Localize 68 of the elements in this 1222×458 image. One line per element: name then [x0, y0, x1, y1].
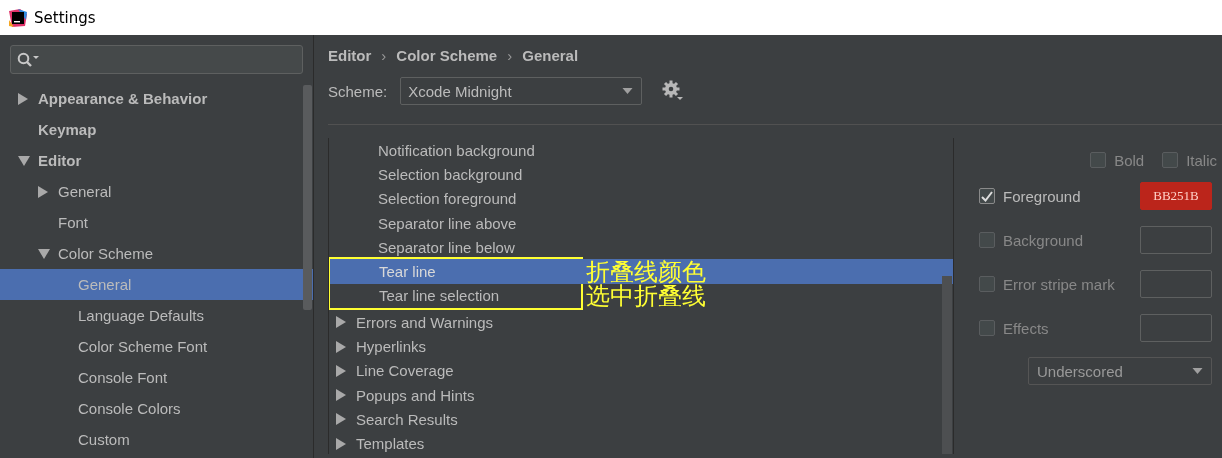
expand-arrow-icon[interactable]	[18, 92, 28, 105]
list-item[interactable]: Tear line	[330, 259, 581, 284]
breadcrumb-link[interactable]: General	[522, 46, 579, 64]
tree-item[interactable]: Custom	[0, 424, 313, 455]
expand-arrow-icon[interactable]	[38, 185, 48, 198]
checkbox-label: Bold	[1114, 151, 1145, 169]
tree-item[interactable]: Font	[0, 207, 313, 238]
search-icon	[17, 51, 39, 68]
list-item[interactable]: Templates	[329, 431, 425, 454]
breadcrumb-link[interactable]: Editor	[328, 46, 372, 64]
checkbox[interactable]	[979, 188, 995, 204]
tree-item[interactable]: Console Colors	[0, 393, 313, 424]
color-swatch[interactable]: BB251B	[1140, 182, 1212, 210]
checkbox-label: Italic	[1186, 151, 1217, 169]
checkbox-label: Background	[1003, 231, 1084, 249]
tree-item[interactable]: Language Defaults	[0, 300, 313, 331]
tree-item[interactable]: Keymap	[0, 114, 313, 145]
search-field[interactable]	[10, 45, 303, 74]
list-item[interactable]: Tear line selection	[330, 283, 581, 309]
annotation-label: 选中折叠线	[586, 283, 706, 308]
app-icon	[8, 7, 28, 28]
color-swatch[interactable]	[1140, 314, 1212, 342]
tree-item[interactable]: Color Scheme	[0, 238, 313, 269]
list-item[interactable]: Selection background	[329, 162, 523, 187]
scheme-dropdown[interactable]: Xcode Midnight	[400, 77, 643, 105]
breadcrumb-separator: ›	[507, 46, 513, 64]
tree-item[interactable]: Console Font	[0, 362, 313, 393]
checkbox-label: Effects	[1003, 319, 1049, 337]
checkbox-label: Error stripe mark	[1003, 275, 1115, 293]
list-item[interactable]: Popups and Hints	[329, 382, 475, 408]
list-item[interactable]: Search Results	[329, 407, 458, 432]
window-title: Settings	[34, 8, 96, 27]
list-item[interactable]: Notification background	[329, 138, 535, 163]
scrollbar-thumb[interactable]	[303, 85, 312, 310]
checkbox[interactable]	[979, 232, 995, 248]
list-item[interactable]: Line Coverage	[329, 358, 454, 383]
breadcrumb-separator: ›	[381, 46, 387, 64]
list-item[interactable]: Separator line above	[329, 210, 517, 236]
checkbox-label: Foreground	[1003, 187, 1081, 205]
list-item[interactable]: Selection foreground	[329, 186, 517, 211]
tree-item[interactable]: General	[0, 176, 313, 207]
annotation-label: 折叠线颜色	[586, 259, 706, 284]
breadcrumb-link[interactable]: Color Scheme	[396, 46, 498, 64]
collapse-arrow-icon[interactable]	[18, 155, 30, 166]
checkbox[interactable]	[1090, 152, 1107, 168]
list-item[interactable]: Separator line below	[329, 235, 515, 260]
tree-item[interactable]: Color Scheme Font	[0, 331, 313, 362]
expand-arrow-icon[interactable]	[336, 437, 346, 450]
color-swatch[interactable]	[1140, 270, 1212, 298]
expand-arrow-icon[interactable]	[336, 413, 346, 426]
expand-arrow-icon[interactable]	[336, 389, 346, 402]
checkbox[interactable]	[1162, 152, 1179, 168]
list-item[interactable]: Hyperlinks	[329, 334, 427, 359]
tree-item[interactable]: Appearance & Behavior	[0, 83, 313, 114]
scrollbar-thumb[interactable]	[942, 276, 952, 454]
tree-item[interactable]: Editor	[0, 145, 313, 176]
scheme-label: Scheme:	[328, 82, 388, 100]
checkbox[interactable]	[979, 276, 995, 292]
gear-icon[interactable]	[662, 80, 685, 102]
color-swatch[interactable]	[1140, 226, 1212, 254]
expand-arrow-icon[interactable]	[336, 364, 346, 377]
expand-arrow-icon[interactable]	[336, 316, 346, 329]
caret-icon	[1192, 368, 1203, 374]
caret-icon	[622, 88, 634, 94]
collapse-arrow-icon[interactable]	[38, 248, 50, 259]
checkbox[interactable]	[979, 320, 995, 336]
expand-arrow-icon[interactable]	[336, 340, 346, 353]
list-item[interactable]: Errors and Warnings	[329, 310, 493, 335]
